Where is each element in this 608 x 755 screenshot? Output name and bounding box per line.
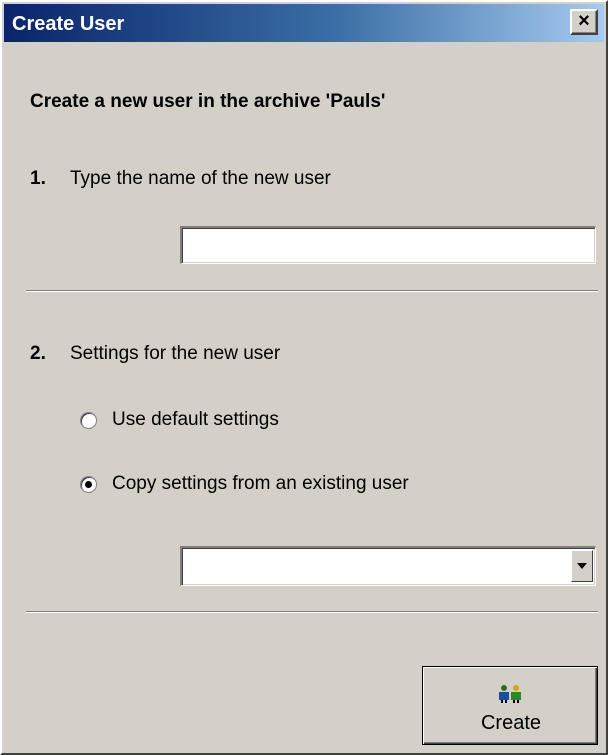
radio-selected-dot	[85, 481, 92, 488]
step-2-label: Settings for the new user	[70, 343, 281, 364]
create-user-dialog: Create User × Create a new user in the a…	[0, 0, 608, 755]
create-button[interactable]: Create	[422, 666, 598, 745]
radio-copy-settings[interactable]	[80, 476, 97, 493]
radio-label-use-default-settings: Use default settings	[112, 409, 279, 430]
users-icon	[499, 685, 521, 703]
separator	[26, 611, 598, 613]
existing-user-dropdown[interactable]	[180, 546, 596, 586]
separator	[26, 290, 598, 292]
create-button-label: Create	[480, 712, 542, 734]
dialog-heading: Create a new user in the archive 'Pauls'	[30, 91, 386, 112]
step-1-label: Type the name of the new user	[70, 168, 331, 189]
close-button[interactable]: ×	[570, 9, 598, 35]
chevron-down-icon	[577, 563, 587, 569]
window-title: Create User	[12, 13, 125, 35]
step-2-number: 2.	[30, 343, 46, 364]
close-icon: ×	[578, 10, 590, 32]
radio-use-default-settings[interactable]	[80, 412, 97, 429]
dropdown-button[interactable]	[571, 550, 593, 582]
step-1-number: 1.	[30, 168, 46, 189]
title-bar[interactable]: Create User ×	[4, 4, 604, 42]
user-name-input[interactable]	[180, 226, 596, 264]
radio-label-copy-settings: Copy settings from an existing user	[112, 473, 409, 494]
